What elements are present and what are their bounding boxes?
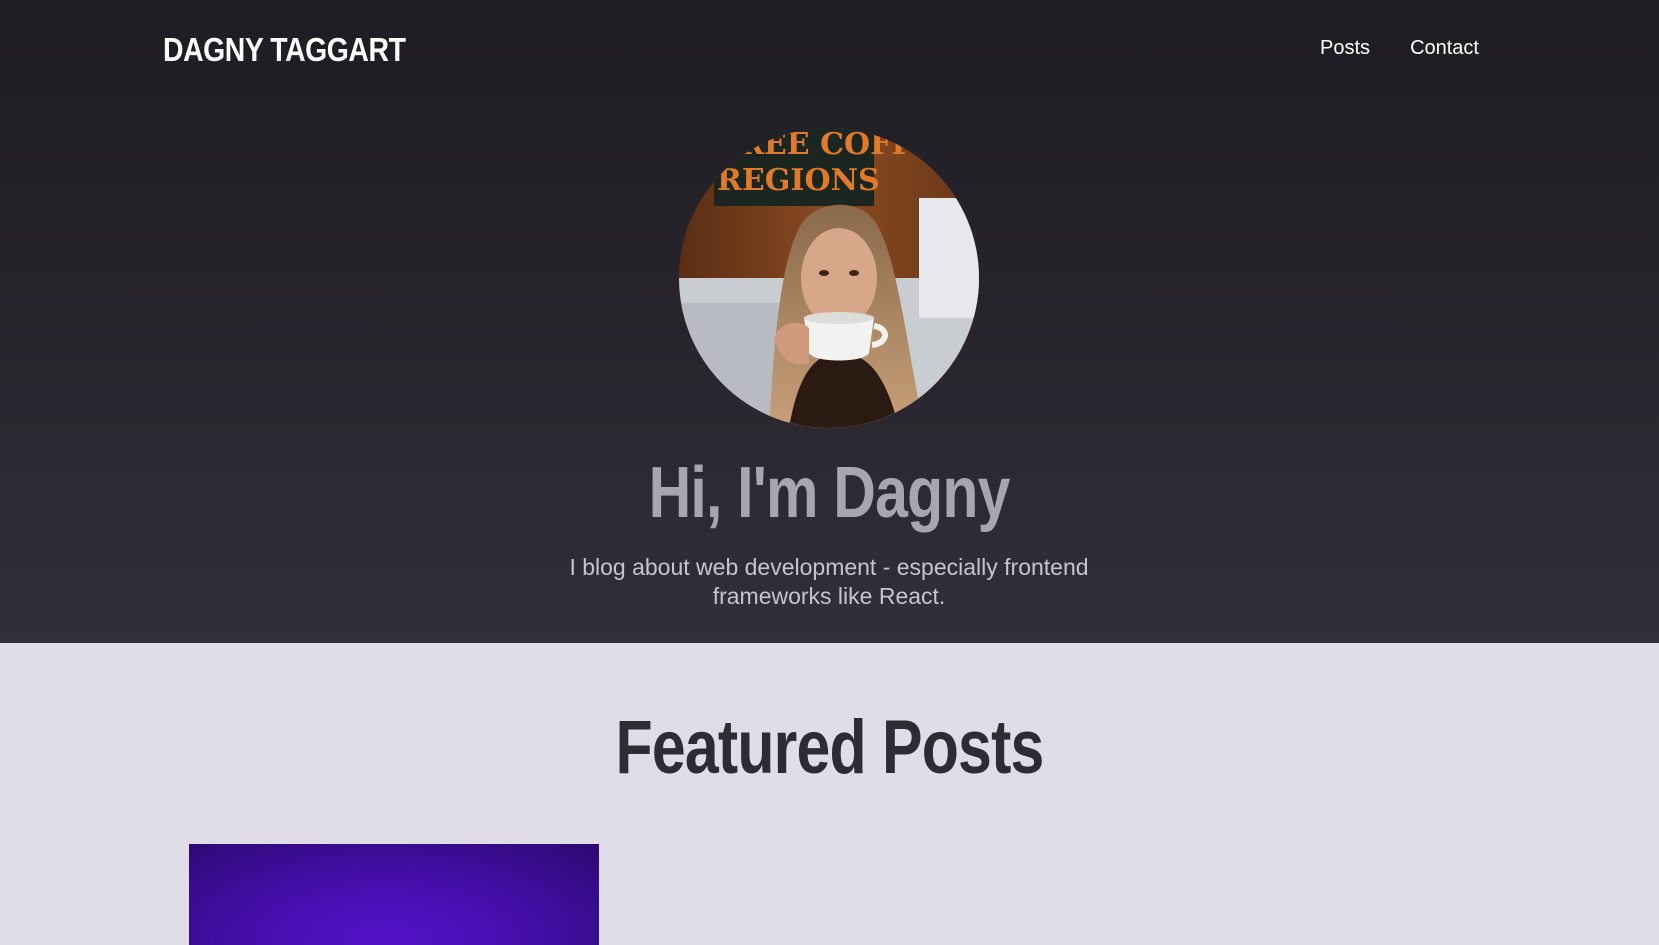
avatar-photo: REE COFFEE REGIONS [679,128,979,428]
nav-contact-link[interactable]: Contact [1410,34,1479,62]
avatar-sign-line-1: REE COFFEE [739,128,958,162]
nav-posts-link[interactable]: Posts [1320,34,1370,62]
main-nav: Posts Contact [1320,34,1479,62]
hero-section: DAGNY TAGGART Posts Contact REE COFFEE R… [0,0,1659,643]
featured-posts-heading: Featured Posts [615,705,1044,790]
avatar-sign-line-2: REGIONS [717,163,880,198]
site-title[interactable]: DAGNY TAGGART [163,28,406,72]
page: DAGNY TAGGART Posts Contact REE COFFEE R… [0,0,1659,945]
hero-heading: Hi, I'm Dagny [649,453,1011,533]
featured-post-card-image[interactable] [189,844,599,945]
avatar: REE COFFEE REGIONS [679,128,979,428]
hero-subtitle: I blog about web development - especiall… [569,554,1089,609]
